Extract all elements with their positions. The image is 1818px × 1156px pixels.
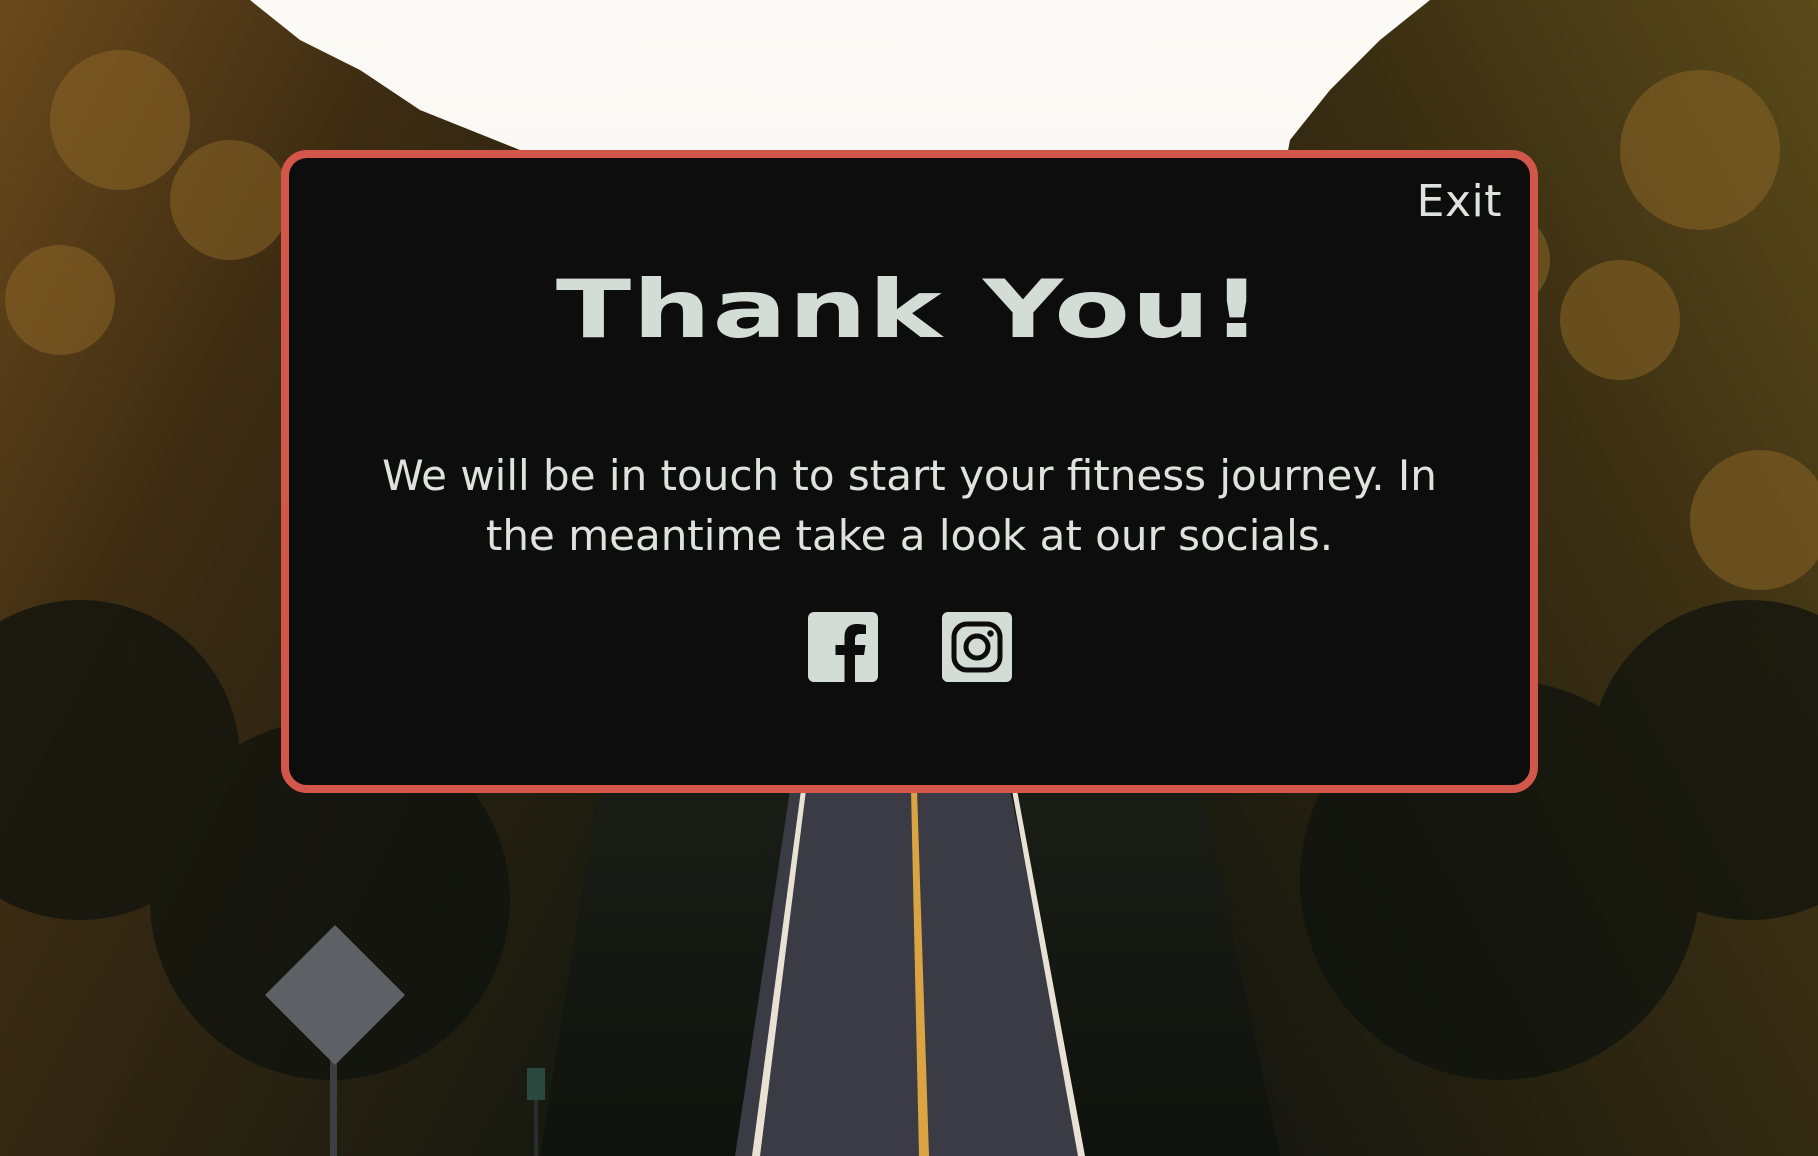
page-background: Exit Thank You! We will be in touch to s… — [0, 0, 1818, 1156]
instagram-icon[interactable] — [941, 612, 1012, 682]
modal-message: We will be in touch to start your fitnes… — [382, 451, 1437, 560]
modal-title: Thank You! — [555, 263, 1264, 356]
social-links — [289, 612, 1530, 682]
exit-button[interactable]: Exit — [1417, 180, 1502, 224]
thank-you-modal: Exit Thank You! We will be in touch to s… — [281, 150, 1538, 793]
facebook-icon[interactable] — [807, 612, 878, 682]
